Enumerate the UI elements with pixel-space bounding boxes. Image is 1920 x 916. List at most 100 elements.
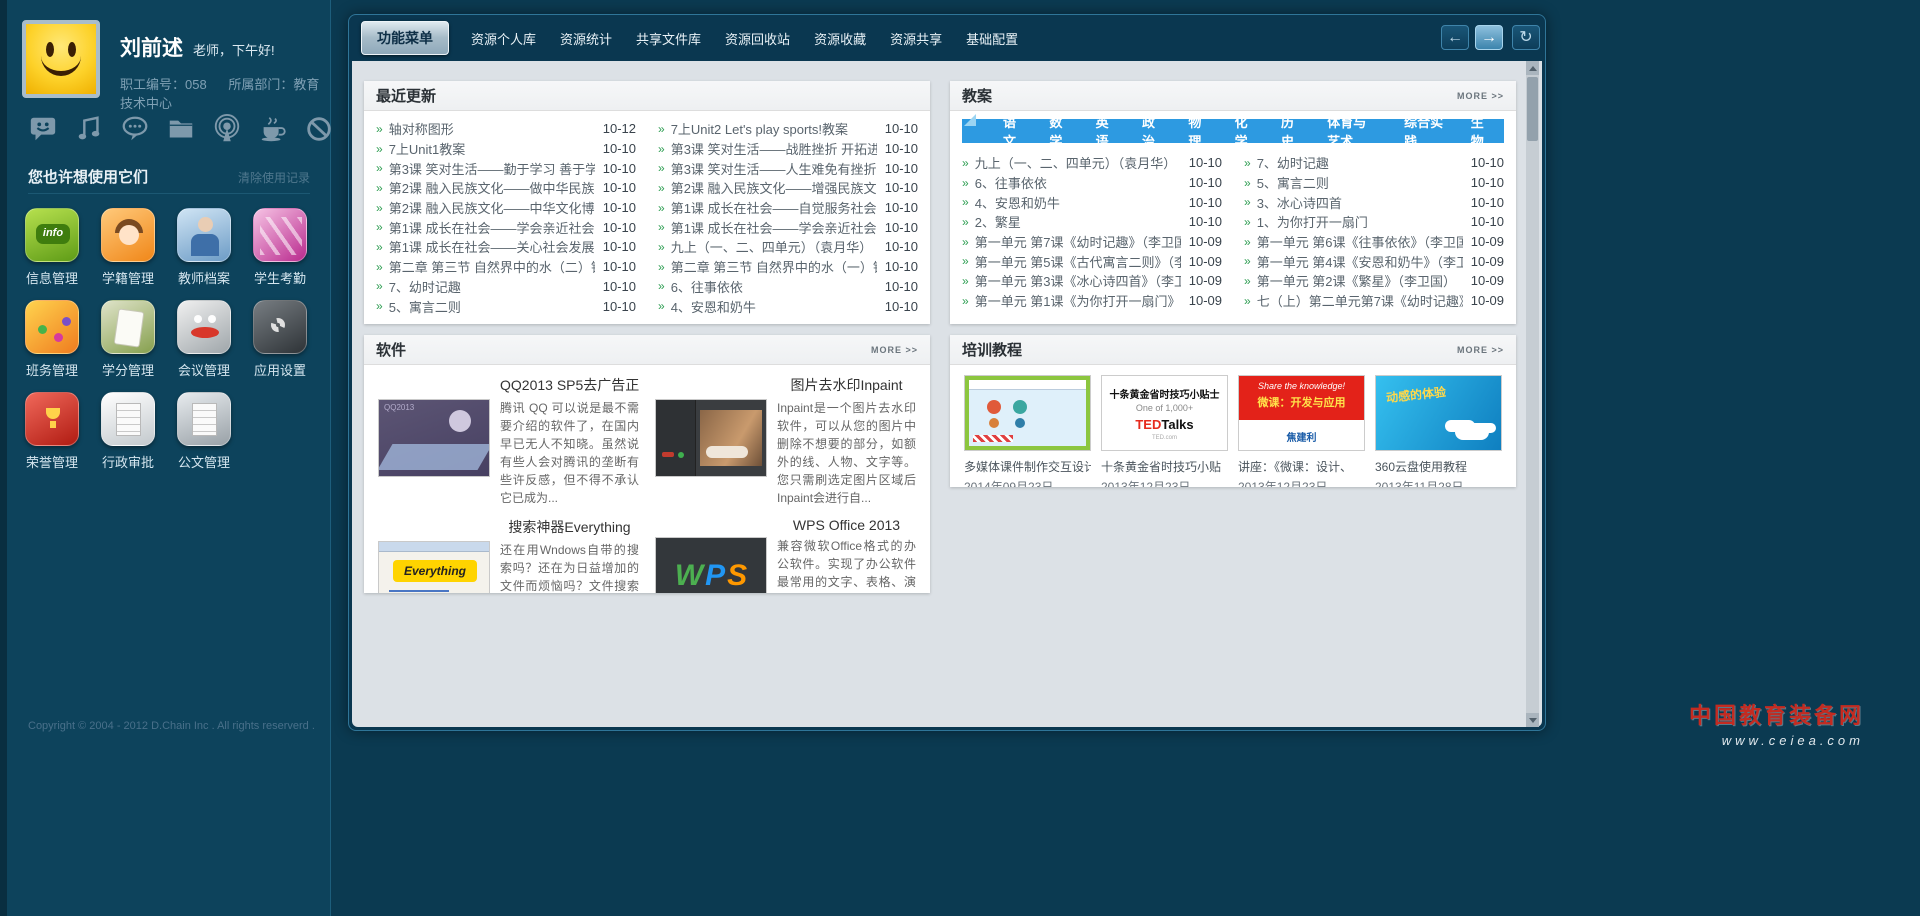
item-link[interactable]: 2、繁星 bbox=[975, 212, 1181, 231]
software-title[interactable]: WPS Office 2013 bbox=[777, 517, 916, 533]
item-link[interactable]: 7、幼时记趣 bbox=[389, 277, 595, 296]
item-link[interactable]: 7、幼时记趣 bbox=[1257, 153, 1463, 172]
subject-tab[interactable]: 数学 bbox=[1036, 112, 1082, 150]
item-link[interactable]: 5、寓言二则 bbox=[1257, 173, 1463, 192]
training-title[interactable]: 十条黄金省时技巧小贴 bbox=[1101, 458, 1228, 475]
more-link[interactable]: MORE >> bbox=[1457, 91, 1504, 101]
chat-comments-icon[interactable] bbox=[118, 112, 152, 146]
software-thumbnail[interactable]: QQ2013 bbox=[378, 399, 490, 477]
nav-link[interactable]: 资源统计 bbox=[560, 29, 612, 48]
scrollbar-up-arrow[interactable] bbox=[1526, 61, 1539, 75]
subject-tab[interactable]: 英语 bbox=[1083, 112, 1129, 150]
software-thumbnail[interactable]: W P S bbox=[655, 537, 767, 593]
app-info-management[interactable]: info 信息管理 bbox=[14, 208, 90, 287]
item-link[interactable]: 第3课 笑对生活——人生难免有挫折 bbox=[671, 159, 877, 178]
forward-arrow-button[interactable]: → bbox=[1475, 25, 1503, 50]
item-link[interactable]: 九上（一、二、四单元）（袁月华） bbox=[975, 153, 1181, 172]
nav-link[interactable]: 资源共享 bbox=[890, 29, 942, 48]
item-link[interactable]: 第一单元 第2课《繁星》（李卫国） bbox=[1257, 271, 1463, 290]
item-link[interactable]: 第1课 成长在社会——自觉服务社会 bbox=[671, 198, 877, 217]
app-meeting-management[interactable]: 会议管理 bbox=[166, 300, 242, 379]
nav-link[interactable]: 资源回收站 bbox=[725, 29, 790, 48]
item-link[interactable]: 九上（一、二、四单元）（袁月华） bbox=[671, 237, 877, 256]
software-thumbnail[interactable] bbox=[655, 399, 767, 477]
item-link[interactable]: 1、为你打开一扇门 bbox=[1257, 212, 1463, 231]
item-link[interactable]: 7上Unit2 Let's play sports!教案 bbox=[671, 119, 877, 138]
nav-link[interactable]: 资源个人库 bbox=[471, 29, 536, 48]
app-settings[interactable]: 应用设置 bbox=[242, 300, 318, 379]
app-administrative-approval[interactable]: 行政审批 bbox=[90, 392, 166, 471]
subject-tab[interactable]: 生物 bbox=[1458, 112, 1504, 150]
scrollbar-thumb[interactable] bbox=[1527, 77, 1538, 141]
folder-icon[interactable] bbox=[164, 112, 198, 146]
item-link[interactable]: 3、冰心诗四首 bbox=[1257, 193, 1463, 212]
item-link[interactable]: 第一单元 第7课《幼时记趣》（李卫国） bbox=[975, 232, 1181, 251]
item-link[interactable]: 七（上）第二单元第7课《幼时记趣》（李... bbox=[1257, 291, 1463, 310]
item-link[interactable]: 第1课 成长在社会——学会亲近社会 bbox=[671, 218, 877, 237]
training-thumbnail[interactable]: Share the knowledge! 微课：开发与应用 焦建利 bbox=[1238, 375, 1365, 451]
coffee-icon[interactable] bbox=[256, 112, 290, 146]
subject-tab[interactable]: 体育与艺术 bbox=[1314, 112, 1391, 150]
item-link[interactable]: 轴对称图形 bbox=[389, 119, 595, 138]
item-link[interactable]: 第3课 笑对生活——勤于学习 善于学习 bbox=[389, 159, 595, 178]
clear-history-link[interactable]: 清除使用记录 bbox=[238, 169, 310, 186]
software-title[interactable]: QQ2013 SP5去广告正式版 bbox=[500, 375, 639, 395]
block-icon[interactable] bbox=[302, 112, 336, 146]
item-link[interactable]: 第一单元 第3课《冰心诗四首》（李卫国） bbox=[975, 271, 1181, 290]
app-honor-management[interactable]: 荣誉管理 bbox=[14, 392, 90, 471]
subject-tab[interactable]: 政治 bbox=[1129, 112, 1175, 150]
nav-link[interactable]: 共享文件库 bbox=[636, 29, 701, 48]
music-icon[interactable] bbox=[72, 112, 106, 146]
item-link[interactable]: 第3课 笑对生活——战胜挫折 开拓进取 bbox=[671, 139, 877, 158]
item-link[interactable]: 第二章 第三节 自然界中的水（二）钱万峰 bbox=[389, 257, 595, 276]
subject-tab[interactable]: 语文 bbox=[990, 112, 1036, 150]
item-link[interactable]: 第一单元 第1课《为你打开一扇门》（李卫... bbox=[975, 291, 1181, 310]
training-title[interactable]: 讲座：《微课：设计、 bbox=[1238, 458, 1365, 475]
item-link[interactable]: 第一单元 第4课《安恩和奶牛》（李卫国） bbox=[1257, 252, 1463, 271]
subject-tab[interactable]: 综合实践 bbox=[1391, 112, 1458, 150]
item-link[interactable]: 5、寓言二则 bbox=[389, 297, 595, 316]
training-thumbnail[interactable] bbox=[964, 375, 1091, 451]
item-link[interactable]: 第1课 成长在社会——学会亲近社会 bbox=[389, 218, 595, 237]
app-student-records[interactable]: 学籍管理 bbox=[90, 208, 166, 287]
training-thumbnail[interactable]: 动感的体验 bbox=[1375, 375, 1502, 451]
suggest-title: 您也许想使用它们 bbox=[28, 169, 149, 186]
subject-tab[interactable]: 历史 bbox=[1268, 112, 1314, 150]
item-link[interactable]: 第一单元 第6课《往事依依》（李卫国） bbox=[1257, 232, 1463, 251]
more-link[interactable]: MORE >> bbox=[871, 345, 918, 355]
broadcast-icon[interactable] bbox=[210, 112, 244, 146]
item-link[interactable]: 4、安恩和奶牛 bbox=[975, 193, 1181, 212]
training-title[interactable]: 多媒体课件制作交互设计 bbox=[964, 458, 1091, 475]
software-title[interactable]: 搜索神器Everything bbox=[500, 517, 639, 537]
app-class-affairs[interactable]: 班务管理 bbox=[14, 300, 90, 379]
software-title[interactable]: 图片去水印Inpaint bbox=[777, 375, 916, 395]
scrollbar-down-arrow[interactable] bbox=[1526, 713, 1539, 727]
app-document-management[interactable]: 公文管理 bbox=[166, 392, 242, 471]
app-label: 荣誉管理 bbox=[25, 455, 78, 470]
subject-tab[interactable]: 物理 bbox=[1175, 112, 1221, 150]
app-student-attendance[interactable]: 学生考勤 bbox=[242, 208, 318, 287]
subject-tab[interactable]: 化学 bbox=[1222, 112, 1268, 150]
nav-link[interactable]: 基础配置 bbox=[966, 29, 1018, 48]
item-link[interactable]: 第一单元 第5课《古代寓言二则》（李卫国） bbox=[975, 252, 1181, 271]
app-teacher-files[interactable]: 教师档案 bbox=[166, 208, 242, 287]
more-link[interactable]: MORE >> bbox=[1457, 345, 1504, 355]
function-menu-button[interactable]: 功能菜单 bbox=[361, 21, 449, 55]
software-thumbnail[interactable]: Everything bbox=[378, 541, 490, 593]
app-credit-management[interactable]: 学分管理 bbox=[90, 300, 166, 379]
item-link[interactable]: 第1课 成长在社会——关心社会发展 bbox=[389, 237, 595, 256]
item-link[interactable]: 7上Unit1教案 bbox=[389, 139, 595, 158]
nav-link[interactable]: 资源收藏 bbox=[814, 29, 866, 48]
item-link[interactable]: 第2课 融入民族文化——中华文化博大精深 bbox=[389, 198, 595, 217]
item-link[interactable]: 第二章 第三节 自然界中的水（一）钱万峰 bbox=[671, 257, 877, 276]
item-link[interactable]: 第2课 融入民族文化——做中华民族精神的... bbox=[389, 178, 595, 197]
training-thumbnail[interactable]: 十条黄金省时技巧小贴士 One of 1,000+ TEDTalks TED.c… bbox=[1101, 375, 1228, 451]
training-title[interactable]: 360云盘使用教程 bbox=[1375, 458, 1502, 475]
item-link[interactable]: 6、往事依依 bbox=[975, 173, 1181, 192]
item-link[interactable]: 6、往事依依 bbox=[671, 277, 877, 296]
sms-message-icon[interactable] bbox=[26, 112, 60, 146]
refresh-button[interactable]: ↻ bbox=[1512, 25, 1540, 50]
item-link[interactable]: 第2课 融入民族文化——增强民族文化认同感 bbox=[671, 178, 877, 197]
item-link[interactable]: 4、安恩和奶牛 bbox=[671, 297, 877, 316]
back-arrow-button[interactable]: ← bbox=[1441, 25, 1469, 50]
